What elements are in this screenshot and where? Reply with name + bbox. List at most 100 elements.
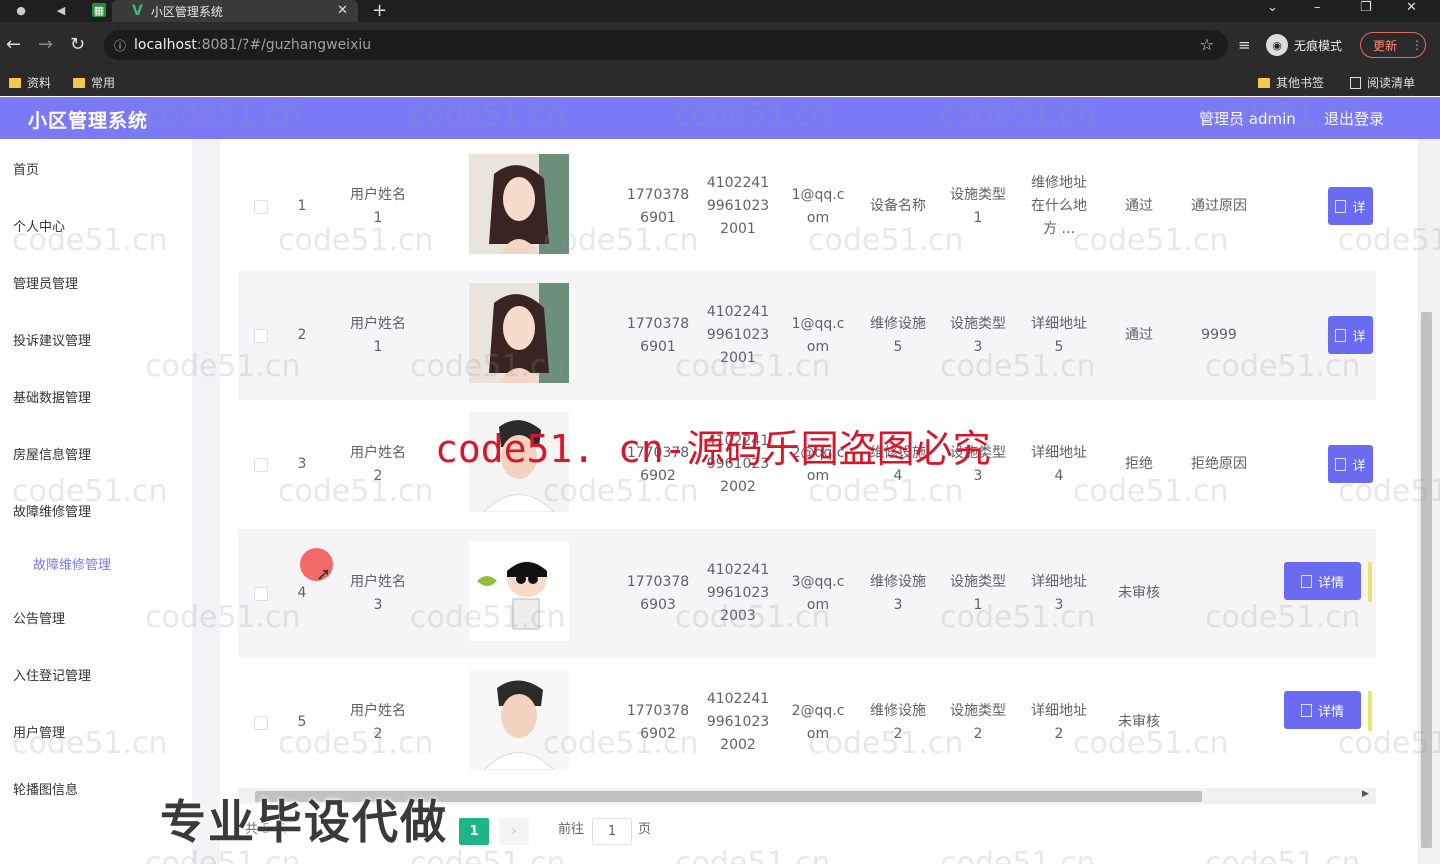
idcard-cell: 9961023 xyxy=(706,198,770,214)
detail-button[interactable]: 详 xyxy=(1328,187,1373,225)
url-input[interactable]: ⓘ localhost :8081/?#/guzhangweixiu ☆ xyxy=(104,30,1228,60)
bookmark-folder-ziliao[interactable]: 资料 xyxy=(9,74,51,91)
idx-cell: 2 xyxy=(297,327,307,343)
active-tab[interactable]: V 小区管理系统 ✕ xyxy=(112,0,358,22)
page-1-button[interactable]: 1 xyxy=(459,818,489,845)
action-button-edge[interactable] xyxy=(1368,562,1372,602)
facility-cell: 2 xyxy=(893,725,903,742)
sidebar-item-basedata[interactable]: 基础数据管理 xyxy=(13,387,91,406)
name-cell: 用户姓名 xyxy=(350,186,406,203)
row-checkbox[interactable] xyxy=(254,458,268,472)
url-host: localhost xyxy=(134,37,197,53)
email-cell: 3@qq.c xyxy=(791,573,845,590)
folder-icon xyxy=(9,77,21,88)
detail-button[interactable]: 详 xyxy=(1328,316,1373,354)
sidebar-item-carousel[interactable]: 轮播图信息 xyxy=(13,779,78,798)
addr-cell: 维修地址 xyxy=(1031,175,1087,191)
close-tab-icon[interactable]: ✕ xyxy=(337,3,348,18)
idcard-cell: 9961023 xyxy=(706,714,770,730)
action-button-edge[interactable] xyxy=(1368,691,1372,731)
detail-button[interactable]: 详情 xyxy=(1284,562,1361,600)
sidebar-item-users[interactable]: 用户管理 xyxy=(13,722,65,741)
row-checkbox[interactable] xyxy=(254,587,268,601)
idx-cell: 5 xyxy=(297,714,307,730)
ftype-cell: 设施类型 xyxy=(950,702,1006,719)
name-cell: 2 xyxy=(373,467,383,484)
vue-logo-icon: V xyxy=(132,3,143,19)
copyright-banner: code51. cn-源码乐园盗图必究 xyxy=(435,427,991,471)
incognito-indicator[interactable]: ◉ 无痕模式 xyxy=(1266,34,1342,56)
detail-label: 详情 xyxy=(1317,704,1344,720)
row-checkbox[interactable] xyxy=(254,200,268,214)
document-icon xyxy=(1335,457,1347,471)
phone-cell: 1770378 xyxy=(626,186,690,203)
sidebar-item-houses[interactable]: 房屋信息管理 xyxy=(13,444,91,463)
idcard-cell: 4102241 xyxy=(706,175,770,191)
facility-cell: 维修设施 xyxy=(870,702,926,719)
document-icon xyxy=(1335,199,1347,213)
page-suffix: 页 xyxy=(638,822,652,837)
goto-page-input[interactable]: 1 xyxy=(592,818,632,845)
document-icon xyxy=(1335,328,1347,342)
speaker-icon[interactable]: ◀ xyxy=(54,3,68,17)
info-icon[interactable]: ⓘ xyxy=(114,37,126,54)
update-button[interactable]: 更新 ⋮ xyxy=(1360,32,1426,58)
sidebar-item-admins[interactable]: 管理员管理 xyxy=(13,273,78,292)
new-tab-icon[interactable]: + xyxy=(372,0,387,21)
row-checkbox[interactable] xyxy=(254,716,268,730)
name-cell: 1 xyxy=(373,338,383,355)
idcard-cell: 4102241 xyxy=(706,562,770,578)
detail-label: 详情 xyxy=(1317,575,1344,591)
admin-label: 管理员 admin xyxy=(1199,110,1296,128)
next-page-button[interactable]: › xyxy=(499,818,529,845)
phone-cell: 6901 xyxy=(640,338,676,355)
scroll-right-icon[interactable]: ▶ xyxy=(1362,789,1369,799)
idcard-cell: 2003 xyxy=(720,608,756,624)
bookmark-label: 常用 xyxy=(91,76,116,90)
user-avatar xyxy=(469,283,569,383)
app-tab-icon[interactable]: ▦ xyxy=(92,3,106,17)
name-cell: 用户姓名 xyxy=(350,444,406,461)
reading-list[interactable]: 阅读清单 xyxy=(1350,74,1415,91)
bookmark-star-icon[interactable]: ☆ xyxy=(1200,35,1214,54)
reading-list-label: 阅读清单 xyxy=(1367,76,1416,90)
sidebar-item-repairs[interactable]: 故障维修管理 xyxy=(13,501,91,520)
sidebar-item-profile[interactable]: 个人中心 xyxy=(13,216,65,235)
sidebar-item-home[interactable]: 首页 xyxy=(13,159,39,178)
bookmarks-bar: 资料 常用 其他书签 阅读清单 xyxy=(0,68,1440,96)
reload-icon[interactable]: ↻ xyxy=(70,34,85,55)
vertical-scroll-thumb[interactable] xyxy=(1421,312,1432,848)
name-cell: 用户姓名 xyxy=(350,315,406,332)
phone-cell: 6903 xyxy=(640,596,676,613)
sidebar-item-notices[interactable]: 公告管理 xyxy=(13,608,65,627)
reading-list-icon xyxy=(1350,76,1361,89)
sidebar-item-complaints[interactable]: 投诉建议管理 xyxy=(13,330,91,349)
forward-icon[interactable]: → xyxy=(38,34,53,55)
back-icon[interactable]: ← xyxy=(6,34,21,55)
sidebar: 首页 个人中心 管理员管理 投诉建议管理 基础数据管理 房屋信息管理 故障维修管… xyxy=(0,139,192,864)
ftype-cell: 1 xyxy=(973,209,983,226)
bookmark-other[interactable]: 其他书签 xyxy=(1258,74,1324,91)
maximize-icon[interactable]: ❐ xyxy=(1360,0,1372,15)
chevron-down-icon[interactable]: ⌄ xyxy=(1267,0,1278,15)
tab-search-icon[interactable]: ≡ xyxy=(1238,36,1251,54)
minimize-icon[interactable]: – xyxy=(1314,0,1321,15)
close-window-icon[interactable]: ✕ xyxy=(1406,0,1417,15)
addr-cell: 在什么地 xyxy=(1031,198,1087,214)
name-cell: 用户姓名 xyxy=(350,573,406,590)
bookmark-folder-changyong[interactable]: 常用 xyxy=(73,74,115,91)
ftype-cell: 3 xyxy=(973,338,983,355)
status-cell: 未审核 xyxy=(1118,585,1160,601)
row-checkbox[interactable] xyxy=(254,329,268,343)
bookmark-label: 资料 xyxy=(27,76,52,90)
ftype-cell: 1 xyxy=(973,596,983,613)
sidebar-item-checkin[interactable]: 入住登记管理 xyxy=(13,665,91,684)
idx-cell: 4 xyxy=(297,585,307,601)
detail-button[interactable]: 详 xyxy=(1328,445,1373,483)
idx-cell: 1 xyxy=(297,198,307,214)
logout-button[interactable]: 退出登录 xyxy=(1324,108,1384,129)
email-cell: om xyxy=(806,725,830,742)
detail-button[interactable]: 详情 xyxy=(1284,691,1361,729)
status-cell: 通过 xyxy=(1125,198,1153,214)
sidebar-subitem-repairs[interactable]: 故障维修管理 xyxy=(33,554,111,573)
